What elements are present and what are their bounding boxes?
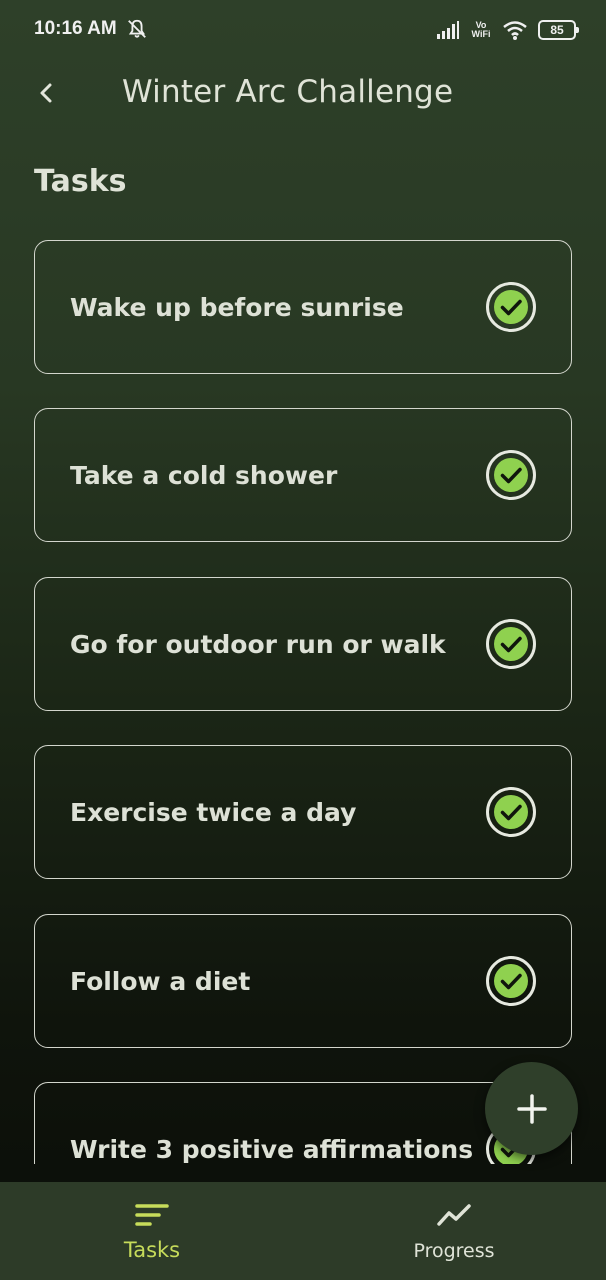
task-card[interactable]: Take a cold shower: [34, 408, 572, 542]
check-circle-icon[interactable]: [485, 281, 537, 333]
task-list[interactable]: Wake up before sunrise Take a cold showe…: [34, 240, 572, 1164]
tasks-list-icon: [135, 1204, 169, 1226]
plus-icon: [516, 1093, 547, 1124]
check-circle-icon[interactable]: [485, 449, 537, 501]
task-card[interactable]: Go for outdoor run or walk: [34, 577, 572, 711]
section-title: Tasks: [34, 164, 127, 199]
add-task-button[interactable]: [485, 1062, 578, 1155]
battery-icon: 85: [538, 20, 579, 40]
vowifi-icon: Vo WiFi: [470, 21, 492, 39]
battery-level: 85: [550, 23, 564, 37]
bottom-navigation: Tasks Progress: [0, 1182, 606, 1280]
trending-chart-icon: [437, 1204, 471, 1226]
task-label: Wake up before sunrise: [70, 292, 404, 322]
task-label: Go for outdoor run or walk: [70, 629, 446, 659]
chevron-left-icon: [40, 83, 52, 103]
nav-label-progress: Progress: [413, 1240, 495, 1262]
back-button[interactable]: [30, 76, 64, 110]
status-time: 10:16 AM: [34, 18, 117, 39]
notifications-off-icon: [128, 19, 146, 38]
task-card[interactable]: Exercise twice a day: [34, 745, 572, 879]
task-label: Write 3 positive affirmations: [70, 1134, 474, 1164]
nav-item-progress[interactable]: Progress: [394, 1182, 514, 1280]
task-label: Follow a diet: [70, 966, 251, 996]
task-label: Take a cold shower: [70, 460, 338, 490]
check-circle-icon[interactable]: [485, 786, 537, 838]
nav-label-tasks: Tasks: [123, 1238, 181, 1262]
task-card[interactable]: Wake up before sunrise: [34, 240, 572, 374]
nav-item-tasks[interactable]: Tasks: [100, 1182, 204, 1280]
task-label: Exercise twice a day: [70, 797, 357, 827]
check-circle-icon[interactable]: [485, 618, 537, 670]
wifi-icon: [503, 21, 527, 40]
status-bar: 10:16 AM Vo WiFi 85: [0, 0, 606, 60]
task-card[interactable]: Follow a diet: [34, 914, 572, 1048]
vowifi-bottom: WiFi: [471, 29, 491, 39]
page-title: Winter Arc Challenge: [122, 74, 454, 110]
check-circle-icon[interactable]: [485, 955, 537, 1007]
cellular-signal-icon: [437, 21, 459, 39]
